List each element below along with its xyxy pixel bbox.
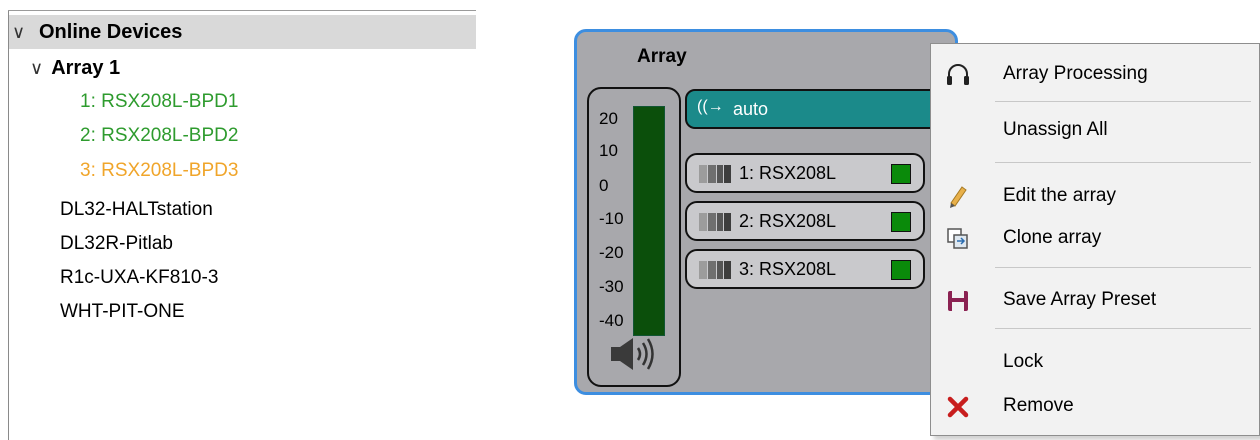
meter-scale-label: 0 <box>599 176 609 195</box>
menu-item-lock[interactable]: Lock <box>931 342 1259 382</box>
channel-status-indicator <box>891 260 911 280</box>
loudspeaker-icon <box>699 213 731 231</box>
menu-item-label: Array Processing <box>1003 63 1148 84</box>
channel-label: 2: RSX208L <box>739 211 837 231</box>
speaker-volume-icon[interactable] <box>609 334 663 374</box>
tree-group-label: Array 1 <box>51 57 121 79</box>
tree-root-online-devices[interactable]: ∨ Online Devices <box>9 15 476 49</box>
save-icon <box>948 291 968 311</box>
tree-item-array-device[interactable]: 1: RSX208L-BPD1 <box>80 86 238 118</box>
tree-border <box>8 10 9 440</box>
meter-scale-label: -30 <box>599 277 624 296</box>
array-title: Array <box>637 46 687 67</box>
level-meter: 20 10 0 -10 -20 -30 -40 <box>587 87 681 387</box>
loudspeaker-icon <box>699 261 731 279</box>
chevron-down-icon[interactable]: ∨ <box>12 15 25 49</box>
tree-item-device[interactable]: DL32-HALTstation <box>60 194 213 226</box>
channel-strip[interactable]: 1: RSX208L <box>685 153 925 193</box>
meter-scale-label: 20 <box>599 109 618 128</box>
meter-scale-label: -20 <box>599 243 624 262</box>
meter-scale-label: 10 <box>599 141 618 160</box>
array-panel[interactable]: Array 20 10 0 -10 -20 -30 -40 ((→ auto 1… <box>574 29 958 395</box>
tree-item-array-device[interactable]: 2: RSX208L-BPD2 <box>80 120 238 152</box>
menu-item-label: Unassign All <box>1003 119 1108 140</box>
pencil-icon <box>950 186 967 208</box>
tree-root-label: Online Devices <box>39 21 183 43</box>
tree-border-top <box>8 10 476 11</box>
tree-item-array-device[interactable]: 3: RSX208L-BPD3 <box>80 155 238 187</box>
menu-item-edit-array[interactable]: Edit the array <box>931 176 1259 216</box>
menu-separator <box>995 328 1251 329</box>
menu-item-label: Save Array Preset <box>1003 289 1157 310</box>
tree-group-array-1[interactable]: ∨ Array 1 <box>30 52 120 84</box>
chevron-down-icon[interactable]: ∨ <box>30 58 43 78</box>
menu-item-label: Lock <box>1003 351 1044 372</box>
meter-bar <box>633 106 665 336</box>
tree-item-device[interactable]: DL32R-Pitlab <box>60 228 173 260</box>
menu-item-save-array-preset[interactable]: Save Array Preset <box>931 280 1259 320</box>
clone-icon <box>947 228 968 249</box>
tree-item-device[interactable]: WHT-PIT-ONE <box>60 296 185 328</box>
menu-item-label: Clone array <box>1003 227 1102 248</box>
channel-strip[interactable]: 2: RSX208L <box>685 201 925 241</box>
loudspeaker-icon <box>699 165 731 183</box>
remove-x-icon <box>947 396 969 418</box>
menu-item-array-processing[interactable]: Array Processing <box>931 54 1259 94</box>
menu-item-remove[interactable]: Remove <box>931 386 1259 426</box>
headphones-icon <box>947 64 969 85</box>
menu-item-label: Remove <box>1003 395 1074 416</box>
menu-item-clone-array[interactable]: Clone array <box>931 218 1259 258</box>
output-mode-bar[interactable]: ((→ auto <box>685 89 945 129</box>
context-menu: Array Processing Unassign All Edit the a… <box>930 43 1260 436</box>
channel-label: 1: RSX208L <box>739 163 837 183</box>
device-tree: ∨ Online Devices ∨ Array 1 1: RSX208L-BPD… <box>0 0 476 440</box>
meter-scale-label: -40 <box>599 311 624 330</box>
menu-separator <box>995 162 1251 163</box>
menu-item-label: Edit the array <box>1003 185 1116 206</box>
menu-separator <box>995 101 1251 102</box>
meter-scale-label: -10 <box>599 209 624 228</box>
channel-label: 3: RSX208L <box>739 259 837 279</box>
tree-item-device[interactable]: R1c-UXA-KF810-3 <box>60 262 218 294</box>
channel-status-indicator <box>891 212 911 232</box>
channel-status-indicator <box>891 164 911 184</box>
channel-strip[interactable]: 3: RSX208L <box>685 249 925 289</box>
signal-arrow-icon: ((→ <box>697 98 724 115</box>
output-mode-label: auto <box>733 99 769 119</box>
menu-separator <box>995 267 1251 268</box>
menu-item-unassign-all[interactable]: Unassign All <box>931 110 1259 150</box>
